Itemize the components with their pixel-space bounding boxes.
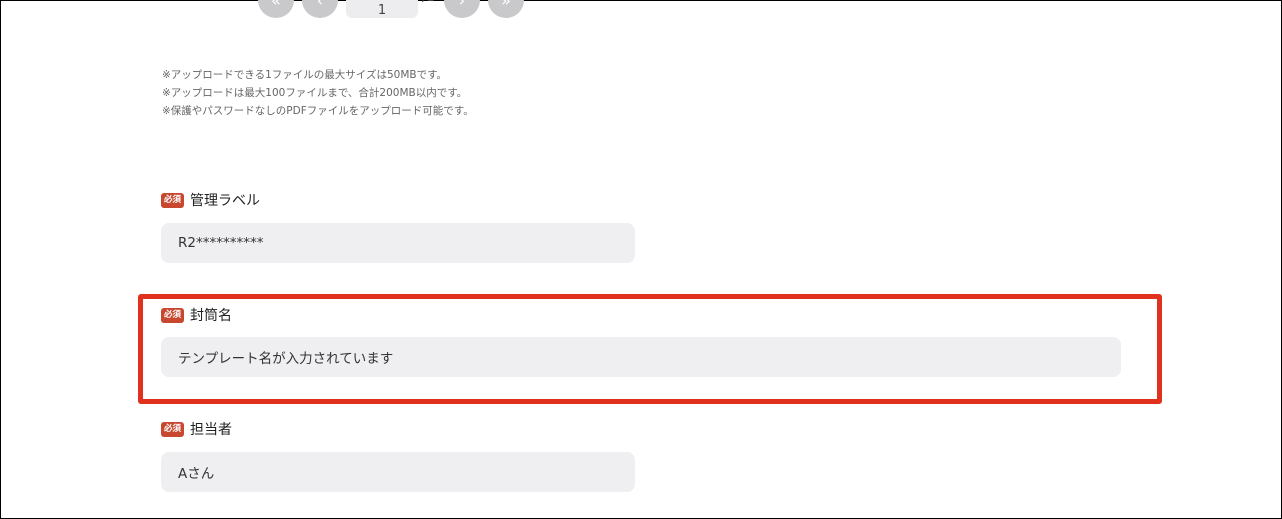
note-line: ※保護やパスワードなしのPDFファイルをアップロード可能です。: [162, 105, 474, 117]
assignee-input[interactable]: Aさん: [161, 452, 635, 492]
assignee-heading: 必須 担当者: [161, 419, 232, 439]
note-line: ※アップロードは最大100ファイルまで、合計200MB以内です。: [162, 87, 468, 99]
page-number-input[interactable]: 1: [346, 0, 418, 18]
management-label-input[interactable]: R2**********: [161, 223, 635, 263]
required-badge: 必須: [161, 192, 185, 208]
field-label-text: 担当者: [190, 422, 233, 438]
field-label-text: 管理ラベル: [190, 193, 261, 209]
envelope-name-input[interactable]: テンプレート名が入力されています: [161, 337, 1121, 377]
page-total: /1: [422, 0, 435, 5]
required-badge: 必須: [161, 307, 185, 323]
required-badge: 必須: [161, 421, 185, 437]
management-label-heading: 必須 管理ラベル: [161, 190, 260, 210]
note-line: ※アップロードできる1ファイルの最大サイズは50MBです。: [162, 69, 448, 81]
envelope-name-heading: 必須 封筒名: [161, 305, 232, 325]
field-label-text: 封筒名: [190, 308, 233, 324]
upload-notes: ※アップロードできる1ファイルの最大サイズは50MBです。 ※アップロードは最大…: [162, 66, 474, 120]
